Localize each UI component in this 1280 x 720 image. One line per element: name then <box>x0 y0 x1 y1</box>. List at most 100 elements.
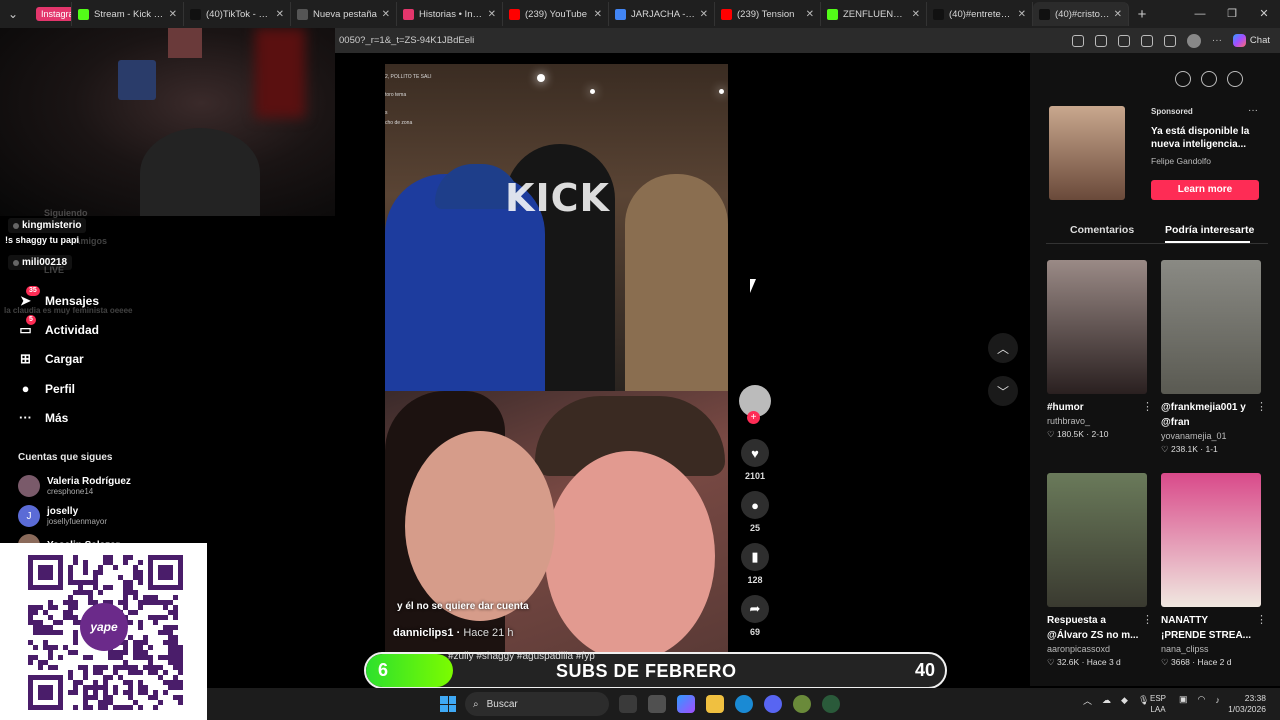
shield-icon[interactable]: ◆ <box>1121 695 1128 706</box>
related-video-card[interactable]: NANATTY ¡PRENDE STREA... ⋮ nana_clipss ♡ 36… <box>1161 473 1267 669</box>
user-avatar-icon[interactable] <box>1227 71 1243 87</box>
nav-item-cargar[interactable]: ⊞ Cargar <box>18 351 84 366</box>
tab-close-icon[interactable]: ✕ <box>382 9 390 20</box>
video-player[interactable]: 2, POLLITO TE SALI toro tema s cho de zo… <box>385 64 728 654</box>
tab-related[interactable]: Podría interesarte <box>1165 224 1254 236</box>
browser-tab[interactable]: Instagram <box>26 2 72 26</box>
nav-item-mensajes[interactable]: ➤ 35 Mensajes <box>18 286 99 308</box>
tab-search-menu-icon[interactable]: ⌄ <box>0 3 26 25</box>
file-explorer-icon[interactable] <box>706 695 724 713</box>
card-author[interactable]: ruthbravo_ <box>1047 415 1149 428</box>
card-title[interactable]: #humor <box>1047 400 1139 415</box>
settings-more-icon[interactable]: ··· <box>1212 35 1222 46</box>
device-icon[interactable] <box>1201 71 1217 87</box>
minimize-icon[interactable]: — <box>1184 0 1216 28</box>
tab-close-icon[interactable]: ✕ <box>276 9 284 20</box>
ad-thumbnail[interactable] <box>1049 106 1125 200</box>
copilot-app-icon[interactable] <box>677 695 695 713</box>
tab-close-icon[interactable]: ✕ <box>488 9 496 20</box>
card-title[interactable]: @frankmejia001 y @fran <box>1161 400 1253 430</box>
card-title[interactable]: NANATTY ¡PRENDE STREA... <box>1161 613 1253 643</box>
card-title[interactable]: Respuesta a @Álvaro ZS no m... <box>1047 613 1139 643</box>
clock[interactable]: 23:38 1/03/2026 <box>1226 693 1266 715</box>
browser-tab[interactable]: JARJACHA - Búsqu ✕ <box>609 2 715 26</box>
video-thumbnail[interactable] <box>1047 473 1147 607</box>
translate-icon[interactable] <box>1094 34 1107 47</box>
url-field[interactable]: 0050?_r=1&_t=ZS-94K1JBdEeli <box>335 35 1072 46</box>
next-video-button[interactable]: ﹀ <box>988 376 1018 406</box>
browser-tab[interactable]: ZENFLUENCER Stre ✕ <box>821 2 927 26</box>
profile-avatar-icon[interactable] <box>1186 33 1201 48</box>
nav-item-perfil[interactable]: ● Perfil <box>18 381 75 396</box>
card-author[interactable]: yovanamejia_01 <box>1161 430 1263 443</box>
card-more-icon[interactable]: ⋮ <box>1256 400 1267 413</box>
video-hashtags[interactable]: #zully #shaggy #aguspadilla #fyp <box>448 651 595 662</box>
tab-close-icon[interactable]: ✕ <box>912 9 920 20</box>
card-more-icon[interactable]: ⋮ <box>1256 613 1267 626</box>
tab-close-icon[interactable]: ✕ <box>594 9 602 20</box>
video-author[interactable]: danniclips1 · Hace 21 h <box>393 627 513 639</box>
like-button[interactable]: ♥ 2101 <box>737 439 773 481</box>
related-video-card[interactable]: #humor ⋮ ruthbravo_ ♡ 180.5K · 2-10 <box>1047 260 1153 441</box>
tab-close-icon[interactable]: ✕ <box>169 9 177 20</box>
following-account[interactable]: Valeria Rodríguez cresphone14 <box>18 475 131 497</box>
browser-tab[interactable]: Historias • Instagra ✕ <box>397 2 503 26</box>
collections-icon[interactable] <box>1163 34 1176 47</box>
cloud-icon[interactable]: ☁ <box>1102 695 1111 706</box>
save-button[interactable]: ▮ 128 <box>737 543 773 585</box>
new-tab-button[interactable]: + <box>1129 6 1155 23</box>
nav-item-actividad[interactable]: ▭ 5 Actividad <box>18 315 99 337</box>
card-author[interactable]: nana_clipss <box>1161 643 1263 656</box>
browser-tab[interactable]: (40)#cristorata ✕ <box>1033 2 1129 26</box>
task-view-icon[interactable] <box>619 695 637 713</box>
qr-module <box>163 605 168 610</box>
card-more-icon[interactable]: ⋮ <box>1142 400 1153 413</box>
open-in-app-icon[interactable] <box>1071 34 1084 47</box>
comment-button[interactable]: ● 25 <box>737 491 773 533</box>
speed-icon[interactable] <box>1175 71 1191 87</box>
windows-start-icon[interactable] <box>440 696 456 712</box>
taskbar-search[interactable]: ⌕ Buscar <box>465 692 609 716</box>
tab-comments[interactable]: Comentarios <box>1070 224 1134 236</box>
discord-icon[interactable] <box>764 695 782 713</box>
share-button[interactable]: ➦ 69 <box>737 595 773 637</box>
app-icon[interactable] <box>793 695 811 713</box>
card-author[interactable]: aaronpicassoxd <box>1047 643 1149 656</box>
browser-tab[interactable]: Nueva pestaña ✕ <box>291 2 397 26</box>
tab-close-icon[interactable]: ✕ <box>1114 9 1122 20</box>
card-more-icon[interactable]: ⋮ <box>1142 613 1153 626</box>
browser-tab[interactable]: (40)TikTok - Make Y ✕ <box>184 2 291 26</box>
video-thumbnail[interactable] <box>1161 260 1261 394</box>
tab-close-icon[interactable]: ✕ <box>806 9 814 20</box>
store-icon[interactable] <box>648 695 666 713</box>
learn-more-button[interactable]: Learn more <box>1151 180 1259 200</box>
close-window-icon[interactable]: ✕ <box>1248 0 1280 28</box>
copilot-chat-button[interactable]: Chat <box>1232 34 1270 47</box>
follow-plus-icon[interactable]: + <box>747 411 760 424</box>
nav-item-más[interactable]: ··· Más <box>18 410 68 425</box>
video-thumbnail[interactable] <box>1047 260 1147 394</box>
ad-title[interactable]: Ya está disponible la nueva inteligencia… <box>1151 125 1266 151</box>
obs-icon[interactable] <box>822 695 840 713</box>
browser-tab[interactable]: (239) YouTube ✕ <box>503 2 609 26</box>
tab-close-icon[interactable]: ✕ <box>1018 9 1026 20</box>
following-account[interactable]: Jjoselly josellyfuenmayor <box>18 505 107 527</box>
tab-close-icon[interactable]: ✕ <box>700 9 708 20</box>
language-indicator[interactable]: ESP LAA <box>1150 693 1166 715</box>
browser-tab[interactable]: Stream - Kick Dash ✕ <box>72 2 184 26</box>
creator-avatar-button[interactable]: + <box>737 385 773 424</box>
browser-tab[interactable]: (40)#entretenimien ✕ <box>927 2 1033 26</box>
browser-tab[interactable]: (239) Tension ✕ <box>715 2 821 26</box>
related-video-card[interactable]: Respuesta a @Álvaro ZS no m... ⋮ aaronpica… <box>1047 473 1153 669</box>
quick-settings[interactable]: ▣ ◠ ♪ <box>1179 694 1220 705</box>
related-video-card[interactable]: @frankmejia001 y @fran ⋮ yovanamejia_01 ♡ 2… <box>1161 260 1267 456</box>
previous-video-button[interactable]: ︿ <box>988 333 1018 363</box>
chevron-up-tray-icon[interactable]: ︿ <box>1083 694 1092 707</box>
favorite-star-icon[interactable] <box>1117 34 1130 47</box>
ad-more-icon[interactable]: ··· <box>1248 105 1258 116</box>
video-thumbnail[interactable] <box>1161 473 1261 607</box>
microphone-icon[interactable]: 🎙 <box>1138 695 1149 706</box>
edge-icon[interactable] <box>735 695 753 713</box>
extensions-icon[interactable] <box>1140 34 1153 47</box>
restore-icon[interactable]: ❐ <box>1216 0 1248 28</box>
